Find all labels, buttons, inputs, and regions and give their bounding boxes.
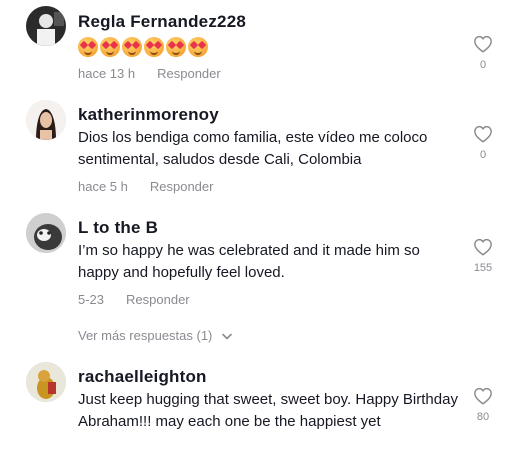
heart-outline-icon (474, 35, 492, 53)
comment-username[interactable]: katherinmorenoy (78, 105, 219, 125)
comment-username[interactable]: Regla Fernandez228 (78, 12, 246, 32)
comment-meta: hace 13 h Responder (78, 66, 221, 81)
heart-outline-icon (474, 125, 492, 143)
like-button[interactable]: 0 (468, 35, 498, 71)
reply-button[interactable]: Responder (150, 179, 214, 194)
view-more-replies-label: Ver más respuestas (1) (78, 328, 213, 343)
avatar[interactable] (26, 213, 66, 253)
comment-time: 5-23 (78, 292, 105, 307)
reply-button[interactable]: Responder (157, 66, 221, 81)
comment-time: hace 5 h (78, 179, 128, 194)
comment-meta: 5-23 Responder (78, 292, 190, 307)
heart-eyes-emoji-icon (144, 37, 164, 57)
like-count: 0 (479, 149, 487, 161)
comment-text: Just keep hugging that sweet, sweet boy.… (78, 391, 458, 430)
view-more-replies-button[interactable]: Ver más respuestas (1) (78, 328, 232, 343)
like-count: 80 (476, 411, 490, 423)
avatar[interactable] (26, 100, 66, 140)
comment-meta: hace 5 h Responder (78, 179, 213, 194)
heart-eyes-emoji-icon (100, 37, 120, 57)
comment-time: hace 13 h (78, 66, 136, 81)
heart-eyes-emoji-icon (166, 37, 186, 57)
comment-text: Dios los bendiga como familia, este víde… (78, 129, 428, 168)
comment-text: I’m so happy he was celebrated and it ma… (78, 242, 420, 281)
like-count: 155 (473, 262, 493, 274)
reply-button[interactable]: Responder (126, 292, 190, 307)
comment-username[interactable]: rachaelleighton (78, 367, 207, 387)
heart-eyes-emoji-icon (188, 37, 208, 57)
like-button[interactable]: 0 (468, 125, 498, 161)
avatar[interactable] (26, 362, 66, 402)
heart-outline-icon (474, 238, 492, 256)
like-count: 0 (479, 59, 487, 71)
comment-username[interactable]: L to the B (78, 218, 158, 238)
chevron-down-icon (222, 333, 232, 340)
like-button[interactable]: 80 (468, 387, 498, 423)
like-button[interactable]: 155 (468, 238, 498, 274)
heart-eyes-emoji-icon (122, 37, 142, 57)
avatar[interactable] (26, 6, 66, 46)
emoji-row (78, 37, 208, 57)
heart-eyes-emoji-icon (78, 37, 98, 57)
heart-outline-icon (474, 387, 492, 405)
